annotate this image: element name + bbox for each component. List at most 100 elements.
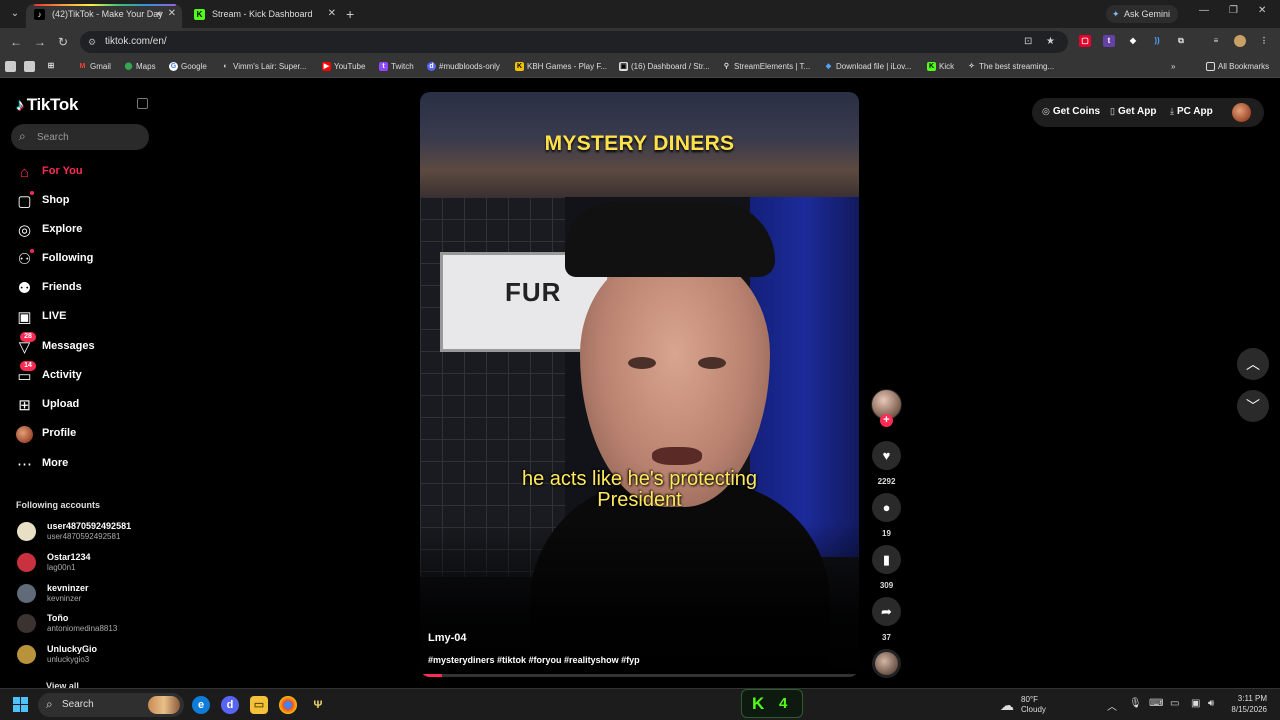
bookmark-maps[interactable]: ⬤ Maps xyxy=(124,60,156,74)
nav-activity[interactable]: ▭ 14 Activity xyxy=(16,361,156,388)
previous-video-button[interactable]: ︿ xyxy=(1237,348,1269,380)
tab-kick[interactable]: K Stream - Kick Dashboard ✕ xyxy=(186,4,342,28)
extension-wave-icon[interactable]: )) xyxy=(1151,35,1163,47)
bookmark-google[interactable]: G Google xyxy=(169,60,207,74)
windows-start-icon[interactable] xyxy=(13,697,29,713)
music-disc-icon[interactable] xyxy=(872,649,901,678)
taskbar-search-label: Search xyxy=(62,699,94,710)
close-window-button[interactable]: ✕ xyxy=(1258,5,1266,16)
pc-app-button[interactable]: ⤓ PC App xyxy=(1170,106,1213,117)
apps-grid-icon[interactable]: ⊞ xyxy=(45,60,57,72)
extension-red-icon[interactable]: ▢ xyxy=(1079,35,1091,47)
bookmark-streaming[interactable]: ✧ The best streaming... xyxy=(967,60,1055,74)
minimize-button[interactable]: — xyxy=(1199,5,1209,16)
search-box[interactable]: ⌕ xyxy=(11,124,149,150)
kick-taskbar-app[interactable]: K 4 xyxy=(741,689,803,718)
media-controls-icon[interactable]: ≡ xyxy=(1210,35,1222,47)
bookmark-folder-icon[interactable] xyxy=(24,61,35,72)
taskbar-search[interactable]: ⌕ Search xyxy=(38,693,184,717)
display-icon[interactable]: ▭ xyxy=(1170,698,1179,709)
video-hashtags[interactable]: #mysterydiners #tiktok #foryou #realitys… xyxy=(428,655,640,665)
tiktok-logo[interactable]: ♪ TikTok xyxy=(16,95,78,115)
bookmark-kbh[interactable]: K KBH Games - Play F... xyxy=(515,60,607,74)
new-tab-button[interactable]: + xyxy=(346,6,354,22)
bookmark-star-icon[interactable]: ★ xyxy=(1046,31,1055,53)
twitch-extension-icon[interactable]: t xyxy=(1103,35,1115,47)
bookmark-streamelements[interactable]: ⚲ StreamElements | T... xyxy=(722,60,810,74)
bookmark-gmail[interactable]: M Gmail xyxy=(78,60,111,74)
all-bookmarks[interactable]: All Bookmarks xyxy=(1206,60,1269,74)
save-button[interactable]: ▮ xyxy=(872,545,901,574)
nav-shop[interactable]: ▢ Shop xyxy=(16,191,156,213)
search-highlight-image xyxy=(148,696,180,714)
user-avatar[interactable] xyxy=(1232,103,1251,122)
close-tab-icon[interactable]: ✕ xyxy=(168,4,176,24)
file-explorer-icon[interactable]: ▭ xyxy=(250,696,268,714)
close-tab-icon[interactable]: ✕ xyxy=(328,4,336,24)
discord-app-icon[interactable]: d xyxy=(221,696,239,714)
share-button[interactable]: ➦ xyxy=(872,597,901,626)
nav-following[interactable]: ⚇ Following xyxy=(16,249,156,271)
install-app-icon[interactable]: ⊡ xyxy=(1024,31,1032,53)
edge-icon[interactable]: e xyxy=(192,696,210,714)
network-icon[interactable]: ▣ xyxy=(1191,698,1200,709)
restore-button[interactable]: ❐ xyxy=(1229,5,1238,16)
app-pin-icon[interactable]: Ψ xyxy=(309,696,327,714)
nav-friends[interactable]: ⚉ Friends xyxy=(16,278,156,300)
bookmark-youtube[interactable]: ▶ YouTube xyxy=(322,60,365,74)
keyboard-icon[interactable]: ⌨ xyxy=(1149,698,1163,709)
extension-diamond-icon[interactable]: ◆ xyxy=(1127,35,1139,47)
nav-live[interactable]: ▣ LIVE xyxy=(16,307,156,329)
forward-icon[interactable]: → xyxy=(34,34,46,50)
extensions-puzzle-icon[interactable]: ⧉ xyxy=(1175,35,1187,47)
nav-for-you[interactable]: ⌂ For You xyxy=(16,162,156,184)
chrome-icon[interactable] xyxy=(279,696,297,714)
collapse-sidebar-icon[interactable] xyxy=(137,98,148,109)
comment-button[interactable]: ● xyxy=(872,493,901,522)
reload-icon[interactable]: ↻ xyxy=(58,34,68,50)
tab-tiktok[interactable]: ♪ (42)TikTok - Make Your Day 🔊︎ ✕ xyxy=(26,4,182,28)
microphone-icon[interactable]: 🎙︎ xyxy=(1129,698,1142,709)
nav-label: Activity xyxy=(42,369,82,381)
like-button[interactable]: ♥ xyxy=(872,441,901,470)
bookmark-discord[interactable]: d #mudbloods-only xyxy=(427,60,500,74)
nav-explore[interactable]: ◎ Explore xyxy=(16,220,156,242)
nav-profile[interactable]: Profile xyxy=(16,424,156,446)
system-clock[interactable]: 3:11 PM 8/15/2026 xyxy=(1227,693,1267,715)
back-icon[interactable]: ← xyxy=(10,34,22,50)
tab-search-menu-icon[interactable]: ⌄ xyxy=(6,5,24,23)
following-account[interactable]: user4870592492581 user4870592492581 xyxy=(16,520,166,544)
volume-icon[interactable]: 🔊︎ xyxy=(1208,698,1214,709)
bookmark-ilovepdf[interactable]: ◆ Download file | iLov... xyxy=(824,60,912,74)
video-author[interactable]: Lmy-04 xyxy=(428,632,467,644)
browser-profile-avatar[interactable] xyxy=(1234,35,1246,47)
following-account[interactable]: Ostar1234 lag00n1 xyxy=(16,551,166,575)
get-coins-button[interactable]: ◎ Get Coins xyxy=(1042,106,1100,117)
following-account[interactable]: UnluckyGio unluckygio3 xyxy=(16,643,166,667)
get-app-button[interactable]: ▯ Get App xyxy=(1110,106,1156,117)
get-coins-label: Get Coins xyxy=(1052,106,1101,117)
bookmark-twitch[interactable]: t Twitch xyxy=(379,60,414,74)
browser-menu-icon[interactable]: ⋮ xyxy=(1258,35,1270,47)
search-input[interactable] xyxy=(37,128,142,146)
bookmark-vimm[interactable]: ◐ Vimm's Lair: Super... xyxy=(221,60,306,74)
following-account[interactable]: Toño antoniomedina8813 xyxy=(16,612,166,636)
bookmarks-overflow-icon[interactable]: » xyxy=(1171,60,1175,74)
speaker-icon[interactable]: 🔊︎ xyxy=(157,4,162,24)
ask-gemini-button[interactable]: ✦ Ask Gemini xyxy=(1106,5,1179,23)
nav-upload[interactable]: ⊞ Upload xyxy=(16,395,156,417)
weather-widget[interactable]: ☁ 80°F Cloudy xyxy=(1000,693,1080,717)
site-info-icon[interactable]: ⚙ xyxy=(88,31,96,53)
follow-plus-icon[interactable]: + xyxy=(880,414,893,427)
tray-overflow-icon[interactable]: ︿ xyxy=(1107,698,1117,713)
video-player[interactable]: FUR MYSTERY DINERS he acts like he's pro… xyxy=(420,92,859,677)
bookmark-kick[interactable]: K Kick xyxy=(927,60,954,74)
nav-more[interactable]: ⋯ More xyxy=(16,454,156,476)
video-progress-bar[interactable] xyxy=(420,674,859,677)
address-bar[interactable]: ⚙ tiktok.com/en/ ⊡ ★ xyxy=(80,31,1068,53)
next-video-button[interactable]: ﹀ xyxy=(1237,390,1269,422)
bookmark-dashboard[interactable]: ▣ (16) Dashboard / Str... xyxy=(619,60,710,74)
nav-messages[interactable]: ▽ 28 Messages xyxy=(16,332,156,359)
following-account[interactable]: kevninzer kevninzer xyxy=(16,582,166,606)
bookmark-folder-icon[interactable] xyxy=(5,61,16,72)
